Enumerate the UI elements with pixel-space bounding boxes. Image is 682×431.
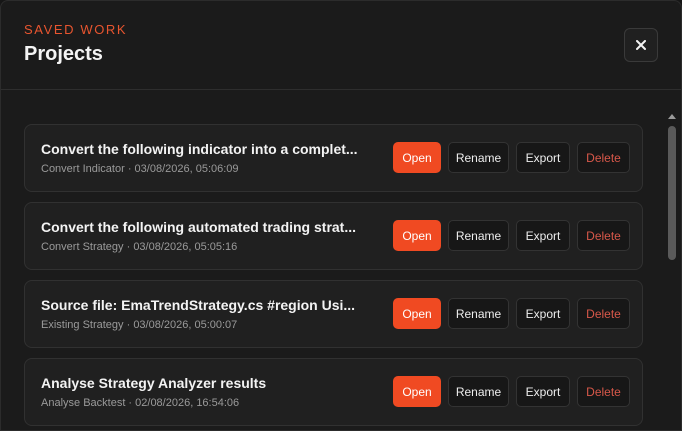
project-actions: Open Rename Export Delete — [393, 376, 630, 407]
project-actions: Open Rename Export Delete — [393, 220, 630, 251]
rename-button[interactable]: Rename — [448, 220, 509, 251]
open-button[interactable]: Open — [393, 220, 441, 251]
modal-header: SAVED WORK Projects — [1, 1, 681, 90]
export-button[interactable]: Export — [516, 142, 570, 173]
project-title: Convert the following indicator into a c… — [41, 141, 358, 157]
project-card: Analyse Strategy Analyzer results Analys… — [24, 358, 643, 426]
project-meta: Convert Indicator · 03/08/2026, 05:06:09 — [41, 163, 239, 175]
export-button[interactable]: Export — [516, 298, 570, 329]
export-button[interactable]: Export — [516, 220, 570, 251]
project-meta: Existing Strategy · 03/08/2026, 05:00:07 — [41, 319, 238, 331]
rename-button[interactable]: Rename — [448, 376, 509, 407]
open-button[interactable]: Open — [393, 376, 441, 407]
project-title: Analyse Strategy Analyzer results — [41, 375, 267, 391]
project-actions: Open Rename Export Delete — [393, 298, 630, 329]
projects-modal: SAVED WORK Projects Convert the followin… — [0, 0, 682, 431]
open-button[interactable]: Open — [393, 142, 441, 173]
project-title: Source file: EmaTrendStrategy.cs #region… — [41, 297, 356, 313]
section-eyebrow: SAVED WORK — [24, 22, 128, 37]
project-meta: Convert Strategy · 03/08/2026, 05:05:16 — [41, 241, 238, 253]
delete-button[interactable]: Delete — [577, 220, 630, 251]
close-button[interactable] — [624, 28, 658, 62]
project-meta: Analyse Backtest · 02/08/2026, 16:54:06 — [41, 397, 240, 409]
project-actions: Open Rename Export Delete — [393, 142, 630, 173]
delete-button[interactable]: Delete — [577, 298, 630, 329]
project-card: Convert the following automated trading … — [24, 202, 643, 270]
scroll-up-arrow-icon[interactable] — [665, 109, 679, 123]
export-button[interactable]: Export — [516, 376, 570, 407]
delete-button[interactable]: Delete — [577, 142, 630, 173]
vertical-scrollbar[interactable] — [665, 109, 679, 430]
scrollbar-thumb[interactable] — [668, 126, 676, 260]
close-icon — [636, 40, 646, 50]
page-title: Projects — [24, 43, 103, 65]
rename-button[interactable]: Rename — [448, 142, 509, 173]
project-card: Source file: EmaTrendStrategy.cs #region… — [24, 280, 643, 348]
rename-button[interactable]: Rename — [448, 298, 509, 329]
project-title: Convert the following automated trading … — [41, 219, 357, 235]
open-button[interactable]: Open — [393, 298, 441, 329]
project-list: Convert the following indicator into a c… — [1, 91, 663, 430]
delete-button[interactable]: Delete — [577, 376, 630, 407]
project-card: Convert the following indicator into a c… — [24, 124, 643, 192]
